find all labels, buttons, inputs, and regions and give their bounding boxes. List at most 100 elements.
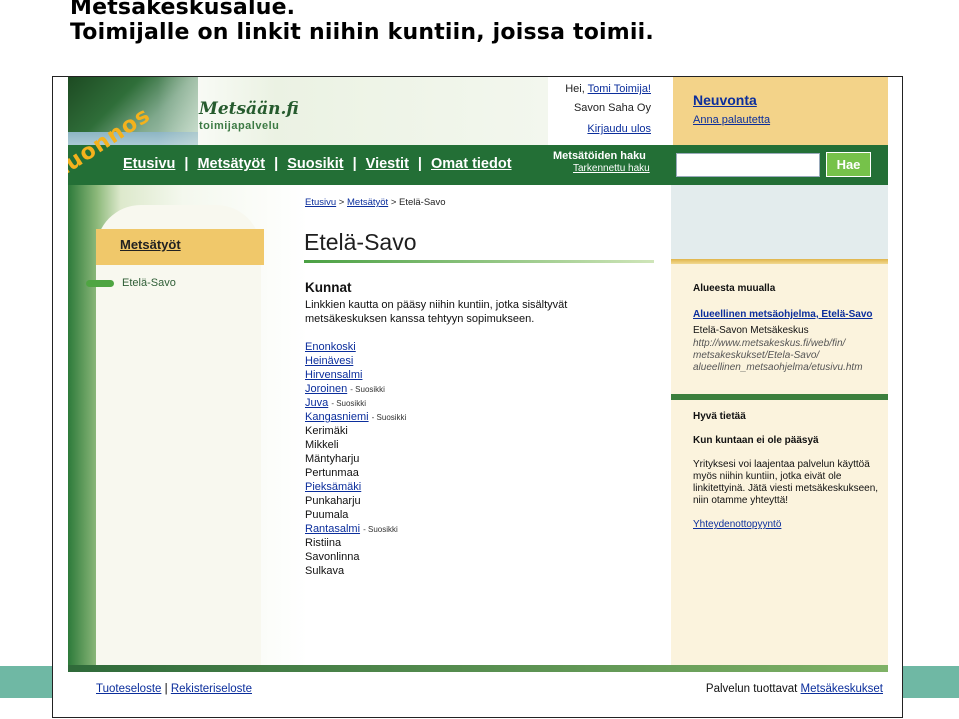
register-info-link[interactable]: Rekisteriseloste xyxy=(171,683,252,695)
municipality-link[interactable]: Juva xyxy=(305,397,328,409)
municipality-item[interactable]: Juva - Suosikki xyxy=(305,396,406,410)
municipality-link[interactable]: Kangasniemi xyxy=(305,411,369,423)
favorite-tag: - Suosikki xyxy=(371,413,407,422)
info-line-2: myös niihin kuntiin, jotka eivät ole xyxy=(693,471,842,482)
breadcrumb: Etusivu > Metsätyöt > Etelä-Savo xyxy=(305,197,446,208)
company-name: Savon Saha Oy xyxy=(573,102,651,114)
right-column-divider xyxy=(671,394,888,400)
greeting-text: Hei, xyxy=(565,83,585,95)
website: Metsään.fi toimijapalvelu Hei, Tomi Toim… xyxy=(68,77,888,717)
provider-text: Palvelun tuottavat xyxy=(705,683,798,695)
municipality-link[interactable]: Heinävesi xyxy=(305,355,353,367)
section-title: Kunnat xyxy=(305,280,352,295)
slide-title: Metsäkeskusalue. Toimijalle on linkit ni… xyxy=(70,0,654,45)
nav-separator: | xyxy=(184,156,189,172)
title-underline xyxy=(304,260,654,263)
url-line-3: alueellinen_metsaohjelma/etusivu.htm xyxy=(693,362,863,373)
municipality-name: Pertunmaa xyxy=(305,467,359,479)
municipality-item: Punkaharju xyxy=(305,494,406,508)
nav-separator: | xyxy=(417,156,422,172)
municipality-item[interactable]: Heinävesi xyxy=(305,354,406,368)
search-button[interactable]: Hae xyxy=(826,152,871,177)
municipality-item[interactable]: Enonkoski xyxy=(305,340,406,354)
sidebar-heading[interactable]: Metsätyöt xyxy=(96,229,264,265)
info-line-3: linkitettyinä. Jätä viesti metsäkeskukse… xyxy=(693,483,879,494)
municipality-item: Pertunmaa xyxy=(305,466,406,480)
main-nav: Etusivu | Metsätyöt | Suosikit | Viestit… xyxy=(68,145,888,185)
screenshot-frame: Metsään.fi toimijapalvelu Hei, Tomi Toim… xyxy=(52,76,903,718)
nav-viestit[interactable]: Viestit xyxy=(366,156,409,172)
nav-suosikit[interactable]: Suosikit xyxy=(287,156,343,172)
good-to-know-title: Hyvä tietää xyxy=(693,411,746,422)
municipality-link[interactable]: Enonkoski xyxy=(305,341,356,353)
footer-separator: | xyxy=(164,683,168,695)
no-access-question: Kun kuntaan ei ole pääsyä xyxy=(693,435,819,446)
nav-omat-tiedot[interactable]: Omat tiedot xyxy=(431,156,512,172)
neuvonta-link[interactable]: Neuvonta xyxy=(693,92,757,108)
municipality-name: Mikkeli xyxy=(305,439,339,451)
municipality-link[interactable]: Hirvensalmi xyxy=(305,369,362,381)
provider-link[interactable]: Metsäkeskukset xyxy=(801,683,883,695)
municipality-item: Sulkava xyxy=(305,564,406,578)
municipality-item: Kerimäki xyxy=(305,424,406,438)
municipality-item[interactable]: Rantasalmi - Suosikki xyxy=(305,522,406,536)
municipality-item: Puumala xyxy=(305,508,406,522)
slide-title-line-2: Toimijalle on linkit niihin kuntiin, joi… xyxy=(70,20,654,45)
municipality-name: Ristiina xyxy=(305,537,342,549)
municipality-name: Puumala xyxy=(305,509,349,521)
right-column-band xyxy=(671,259,888,264)
municipality-link[interactable]: Pieksämäki xyxy=(305,481,361,493)
nav-etusivu[interactable]: Etusivu xyxy=(123,156,175,172)
municipality-name: Savonlinna xyxy=(305,551,360,563)
active-indicator xyxy=(86,279,114,287)
advanced-search-link[interactable]: Tarkennettu haku xyxy=(573,163,650,174)
municipality-item[interactable]: Hirvensalmi xyxy=(305,368,406,382)
municipality-item[interactable]: Kangasniemi - Suosikki xyxy=(305,410,406,424)
product-info-link[interactable]: Tuoteseloste xyxy=(96,683,161,695)
logout-link[interactable]: Kirjaudu ulos xyxy=(587,123,651,135)
site-logo[interactable]: Metsään.fi xyxy=(199,99,299,119)
municipality-item: Mäntyharju xyxy=(305,452,406,466)
center-name: Etelä-Savon Metsäkeskus xyxy=(693,325,809,336)
nav-metsatyot[interactable]: Metsätyöt xyxy=(197,156,265,172)
sidebar-item-label: Etelä-Savo xyxy=(122,277,176,289)
municipality-item[interactable]: Pieksämäki xyxy=(305,480,406,494)
municipality-item: Savonlinna xyxy=(305,550,406,564)
user-greeting: Hei, Tomi Toimija! xyxy=(565,83,651,95)
contact-request-link[interactable]: Yhteydenottopyyntö xyxy=(693,519,781,530)
breadcrumb-current: Etelä-Savo xyxy=(399,197,446,208)
breadcrumb-separator: > xyxy=(390,197,397,208)
nav-separator: | xyxy=(274,156,279,172)
url-line-1: http://www.metsakeskus.fi/web/fin/ xyxy=(693,338,846,349)
regional-program-link[interactable]: Alueellinen metsäohjelma, Etelä-Savo xyxy=(693,309,873,320)
info-line-4: niin otamme yhteyttä! xyxy=(693,495,789,506)
municipality-name: Kerimäki xyxy=(305,425,348,437)
help-box xyxy=(673,77,888,145)
municipality-name: Mäntyharju xyxy=(305,453,360,465)
municipality-list: Enonkoski Heinävesi Hirvensalmi Joroinen - … xyxy=(305,340,406,578)
municipality-name: Sulkava xyxy=(305,565,345,577)
elsewhere-title: Alueesta muualla xyxy=(693,283,776,294)
feedback-link[interactable]: Anna palautetta xyxy=(693,114,770,126)
municipality-name: Punkaharju xyxy=(305,495,361,507)
municipality-item[interactable]: Joroinen - Suosikki xyxy=(305,382,406,396)
municipality-item: Ristiina xyxy=(305,536,406,550)
breadcrumb-home[interactable]: Etusivu xyxy=(305,197,336,208)
sidebar-item-etela-savo[interactable]: Etelä-Savo xyxy=(86,277,176,289)
municipality-link[interactable]: Joroinen xyxy=(305,383,347,395)
municipality-item: Mikkeli xyxy=(305,438,406,452)
user-name-link[interactable]: Tomi Toimija! xyxy=(588,83,651,95)
slide-title-line-1: Metsäkeskusalue. xyxy=(70,0,296,20)
favorite-tag: - Suosikki xyxy=(350,385,385,394)
site-logo-subtitle: toimijapalvelu xyxy=(199,120,280,132)
info-line-1: Yrityksesi voi laajentaa palvelun käyttö… xyxy=(693,459,870,470)
favorite-tag: - Suosikki xyxy=(331,399,366,408)
municipality-link[interactable]: Rantasalmi xyxy=(305,523,360,535)
search-title: Metsätöiden haku xyxy=(553,150,646,162)
breadcrumb-section[interactable]: Metsätyöt xyxy=(347,197,388,208)
section-description: Linkkien kautta on pääsy niihin kuntiin,… xyxy=(305,299,568,325)
search-input[interactable] xyxy=(676,153,820,177)
nav-separator: | xyxy=(352,156,357,172)
site-footer: Tuoteseloste | Rekisteriseloste Palvelun… xyxy=(68,672,888,717)
sidebar-card xyxy=(96,205,261,667)
